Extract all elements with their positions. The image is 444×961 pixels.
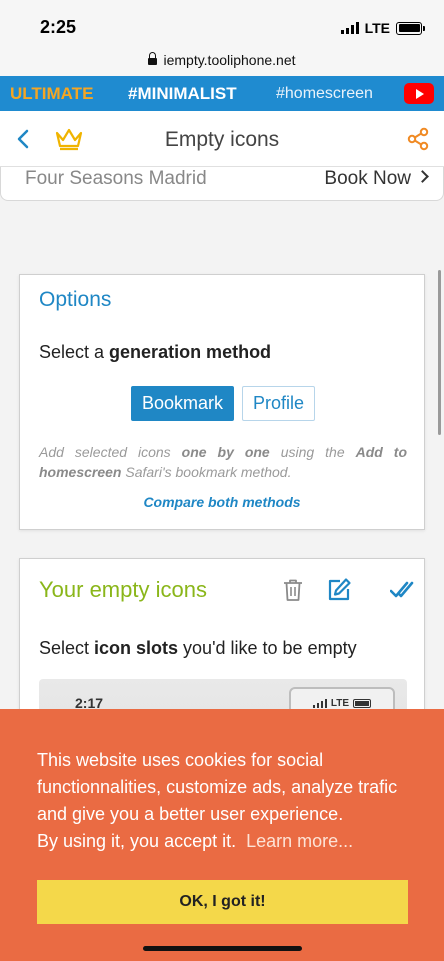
url-text[interactable]: iempty.tooliphone.net xyxy=(163,52,295,68)
icon-slots-prompt: Select icon slots you'd like to be empty xyxy=(39,638,357,659)
banner-minimalist[interactable]: #MINIMALIST xyxy=(128,84,237,104)
battery-fill xyxy=(398,24,420,32)
options-card: Options Select a generation method Bookm… xyxy=(19,274,425,530)
desc-part: using the xyxy=(269,444,356,460)
banner-ultimate[interactable]: ULTIMATE xyxy=(10,84,93,104)
cookie-message-text: This website uses cookies for social fun… xyxy=(37,750,398,824)
share-icon[interactable] xyxy=(406,127,430,151)
learn-more-link[interactable]: Learn more... xyxy=(246,831,353,851)
bookmark-button[interactable]: Bookmark xyxy=(131,386,234,421)
preview-network: LTE xyxy=(330,697,350,709)
trash-icon[interactable] xyxy=(282,578,304,602)
status-bar: 2:25 LTE xyxy=(0,0,444,44)
banner-homescreen[interactable]: #homescreen xyxy=(276,85,373,103)
cookie-message: This website uses cookies for social fun… xyxy=(37,747,417,855)
method-description: Add selected icons one by one using the … xyxy=(39,442,407,482)
options-title: Options xyxy=(39,288,112,311)
youtube-icon[interactable] xyxy=(404,83,434,104)
profile-button[interactable]: Profile xyxy=(242,386,315,421)
empty-icons-title: Your empty icons xyxy=(39,577,207,602)
prompt-bold: icon slots xyxy=(94,638,179,658)
prompt-bold: generation method xyxy=(109,342,272,362)
prompt-prefix: Select a xyxy=(39,342,110,362)
double-check-icon[interactable] xyxy=(390,579,414,601)
desc-bold: one by one xyxy=(181,444,270,460)
cookie-accept-button[interactable]: OK, I got it! xyxy=(37,880,408,924)
nav-bar: Empty icons xyxy=(0,111,444,167)
cookie-accept-note: By using it, you accept it. xyxy=(37,831,237,851)
signal-icon xyxy=(312,698,327,708)
status-indicators: LTE xyxy=(340,20,425,36)
prompt-suffix: you'd like to be empty xyxy=(178,638,357,658)
page-title: Empty icons xyxy=(164,128,280,151)
compare-methods-link[interactable]: Compare both methods xyxy=(20,494,424,510)
lock-icon xyxy=(148,51,158,67)
ad-strip[interactable]: Four Seasons Madrid Book Now xyxy=(0,167,444,201)
battery-icon xyxy=(396,21,425,35)
book-now-link[interactable]: Book Now xyxy=(324,168,411,190)
scrollbar[interactable] xyxy=(438,270,441,435)
signal-icon xyxy=(340,22,359,34)
address-bar[interactable]: iempty.tooliphone.net xyxy=(0,44,444,76)
ad-text[interactable]: Four Seasons Madrid xyxy=(25,168,207,190)
cookie-banner: This website uses cookies for social fun… xyxy=(0,709,444,961)
chevron-right-icon[interactable] xyxy=(416,170,429,183)
edit-icon[interactable] xyxy=(326,577,352,603)
prompt-prefix: Select xyxy=(39,638,95,658)
network-label: LTE xyxy=(364,20,390,36)
status-time: 2:25 xyxy=(40,17,77,37)
home-indicator[interactable] xyxy=(143,946,302,951)
generation-method-prompt: Select a generation method xyxy=(39,342,271,363)
desc-part: Safari's bookmark method. xyxy=(121,464,292,480)
battery-icon xyxy=(353,698,372,708)
promo-banner[interactable]: ULTIMATE #MINIMALIST #homescreen xyxy=(0,76,444,111)
desc-part: Add selected icons xyxy=(39,444,182,460)
